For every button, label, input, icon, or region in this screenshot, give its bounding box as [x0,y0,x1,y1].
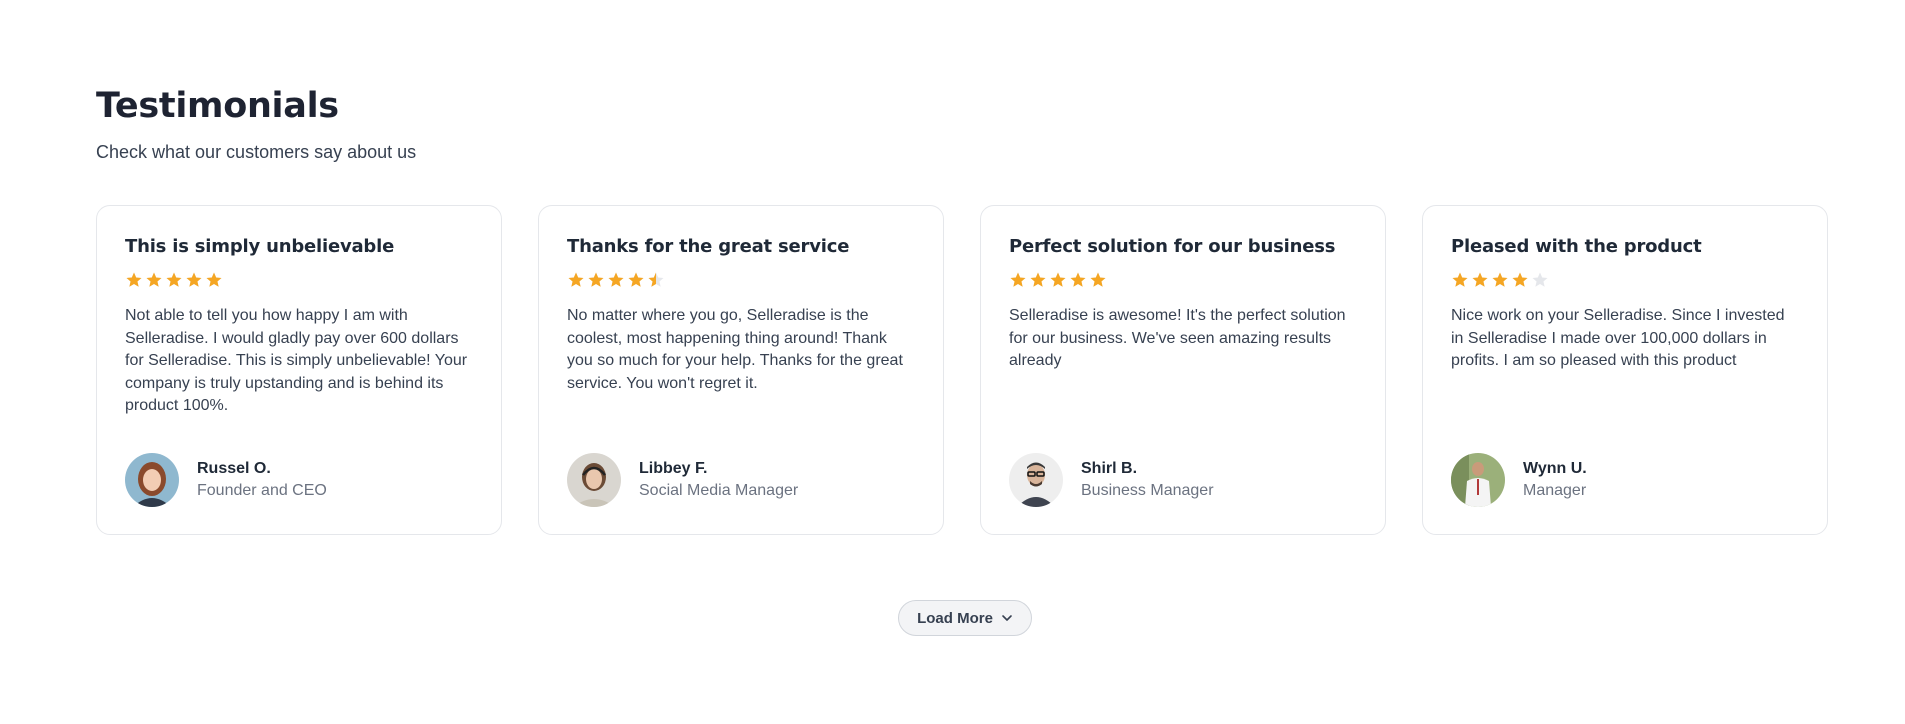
star-icon [648,272,664,287]
star-icon [1030,272,1046,287]
testimonial-author: Libbey F. Social Media Manager [567,453,798,507]
testimonial-text: Not able to tell you how happy I am with… [125,307,468,414]
testimonial-list: This is simply unbelievable Not able to … [96,205,1828,535]
testimonial-text: Nice work on your Selleradise. Since I i… [1451,307,1785,369]
star-rating [1009,271,1357,291]
author-name: Russel O. [197,460,271,477]
author-role: Social Media Manager [639,482,799,499]
star-icon [1050,272,1066,287]
star-icon [1070,272,1086,287]
avatar [1451,453,1505,507]
testimonial-card: Perfect solution for our business Seller… [980,205,1386,535]
avatar [125,453,179,507]
testimonial-title: This is simply unbelievable [125,236,395,257]
star-icon [1452,272,1468,287]
load-more-label: Load More [917,609,993,627]
testimonial-author: Wynn U. Manager [1451,453,1587,507]
testimonial-title: Pleased with the product [1451,236,1702,257]
testimonial-title: Thanks for the great service [567,236,850,257]
star-icon [1512,272,1528,287]
star-icon [1532,272,1548,287]
testimonial-text: Selleradise is awesome! It's the perfect… [1009,307,1346,369]
star-rating [567,271,915,291]
star-icon [1472,272,1488,287]
star-rating [1451,271,1799,291]
star-icon [568,272,584,287]
load-more-button[interactable]: Load More [898,600,1032,636]
star-icon [628,272,644,287]
testimonial-author: Russel O. Founder and CEO [125,453,327,507]
testimonial-text: No matter where you go, Selleradise is t… [567,307,903,392]
star-icon [1090,272,1106,287]
testimonial-card: Pleased with the product Nice work on yo… [1422,205,1828,535]
chevron-down-icon [1002,615,1012,621]
author-role: Business Manager [1081,482,1214,499]
star-icon [186,272,202,287]
author-name: Wynn U. [1523,460,1587,477]
author-name: Shirl B. [1081,460,1138,477]
star-icon [1010,272,1026,287]
author-role: Founder and CEO [197,482,327,499]
star-icon [166,272,182,287]
avatar [1009,453,1063,507]
testimonial-author: Shirl B. Business Manager [1009,453,1214,507]
star-icon [206,272,222,287]
section-subtitle: Check what our customers say about us [96,142,417,162]
star-icon [608,272,624,287]
star-rating [125,271,473,291]
testimonial-card: Thanks for the great service No matter w… [538,205,944,535]
testimonial-title: Perfect solution for our business [1009,236,1336,257]
section-title: Testimonials [96,86,339,126]
author-name: Libbey F. [639,460,708,477]
star-icon [126,272,142,287]
star-icon [588,272,604,287]
avatar [567,453,621,507]
author-role: Manager [1523,482,1587,499]
star-icon [146,272,162,287]
testimonial-card: This is simply unbelievable Not able to … [96,205,502,535]
testimonials-section: Testimonials Check what our customers sa… [0,0,1905,724]
star-icon [1492,272,1508,287]
